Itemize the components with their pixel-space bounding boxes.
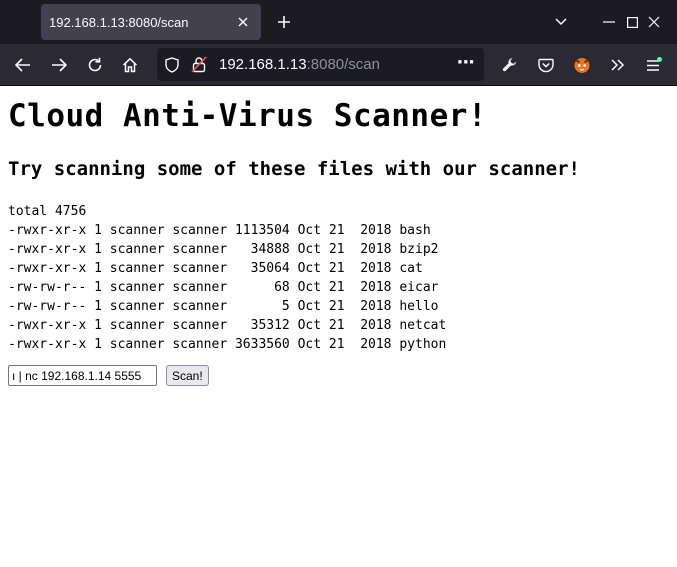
hamburger-menu-icon — [647, 57, 662, 71]
close-icon — [648, 16, 660, 28]
foxyproxy-icon — [574, 58, 590, 73]
scan-form: Scan! — [8, 365, 669, 386]
browser-toolbar: 192.168.1.13:8080/scan ··· — [0, 44, 677, 86]
file-row: -rwxr-xr-x 1 scanner scanner 35064 Oct 2… — [8, 261, 423, 276]
browser-tab[interactable]: 192.168.1.13:8080/scan — [41, 4, 261, 40]
page-title: Cloud Anti-Virus Scanner! — [8, 98, 488, 134]
shield-icon[interactable] — [165, 57, 179, 73]
url-path: :8080/scan — [306, 56, 380, 73]
reload-icon — [88, 57, 102, 72]
page-subtitle: Try scanning some of these files with ou… — [8, 158, 580, 180]
pocket-button[interactable] — [531, 50, 561, 80]
file-row: -rwxr-xr-x 1 scanner scanner 35312 Oct 2… — [8, 318, 447, 333]
home-icon — [122, 57, 138, 73]
file-row: -rw-rw-r-- 1 scanner scanner 5 Oct 21 20… — [8, 299, 439, 314]
arrow-left-icon — [15, 58, 30, 72]
close-tab-icon[interactable] — [231, 10, 255, 34]
forward-button[interactable] — [44, 50, 74, 80]
pocket-icon — [538, 58, 554, 72]
file-row: -rw-rw-r-- 1 scanner scanner 68 Oct 21 2… — [8, 280, 439, 295]
file-row: -rwxr-xr-x 1 scanner scanner 3633560 Oct… — [8, 337, 447, 352]
home-button[interactable] — [115, 50, 145, 80]
address-bar[interactable]: 192.168.1.13:8080/scan ··· — [157, 48, 484, 81]
wrench-icon — [502, 58, 516, 72]
reload-button[interactable] — [80, 50, 110, 80]
app-menu-button[interactable] — [639, 50, 669, 80]
chevrons-right-icon — [611, 59, 625, 71]
insecure-lock-icon[interactable] — [191, 56, 207, 73]
plus-icon — [278, 16, 290, 28]
list-all-tabs-button[interactable] — [538, 0, 584, 44]
filename-input[interactable] — [8, 365, 157, 386]
back-button[interactable] — [8, 50, 38, 80]
page-actions-icon[interactable]: ··· — [456, 52, 474, 73]
close-window-button[interactable] — [631, 0, 677, 44]
listing-total: total 4756 — [8, 204, 87, 219]
extension-button[interactable] — [567, 50, 597, 80]
new-tab-button[interactable] — [272, 10, 296, 34]
url-text[interactable]: 192.168.1.13:8080/scan — [219, 56, 380, 73]
page-content: Cloud Anti-Virus Scanner! Try scanning s… — [0, 86, 677, 386]
arrow-right-icon — [52, 58, 67, 72]
file-listing: total 4756 -rwxr-xr-x 1 scanner scanner 1… — [8, 180, 669, 354]
url-host: 192.168.1.13 — [219, 56, 307, 73]
more-tools-button[interactable] — [603, 50, 633, 80]
file-row: -rwxr-xr-x 1 scanner scanner 1113504 Oct… — [8, 223, 431, 238]
tab-title: 192.168.1.13:8080/scan — [49, 14, 189, 30]
developer-tools-button[interactable] — [495, 50, 525, 80]
scan-button[interactable]: Scan! — [166, 365, 209, 386]
chevron-down-icon — [555, 18, 567, 26]
browser-titlebar: 192.168.1.13:8080/scan — [0, 0, 677, 44]
file-row: -rwxr-xr-x 1 scanner scanner 34888 Oct 2… — [8, 242, 439, 257]
